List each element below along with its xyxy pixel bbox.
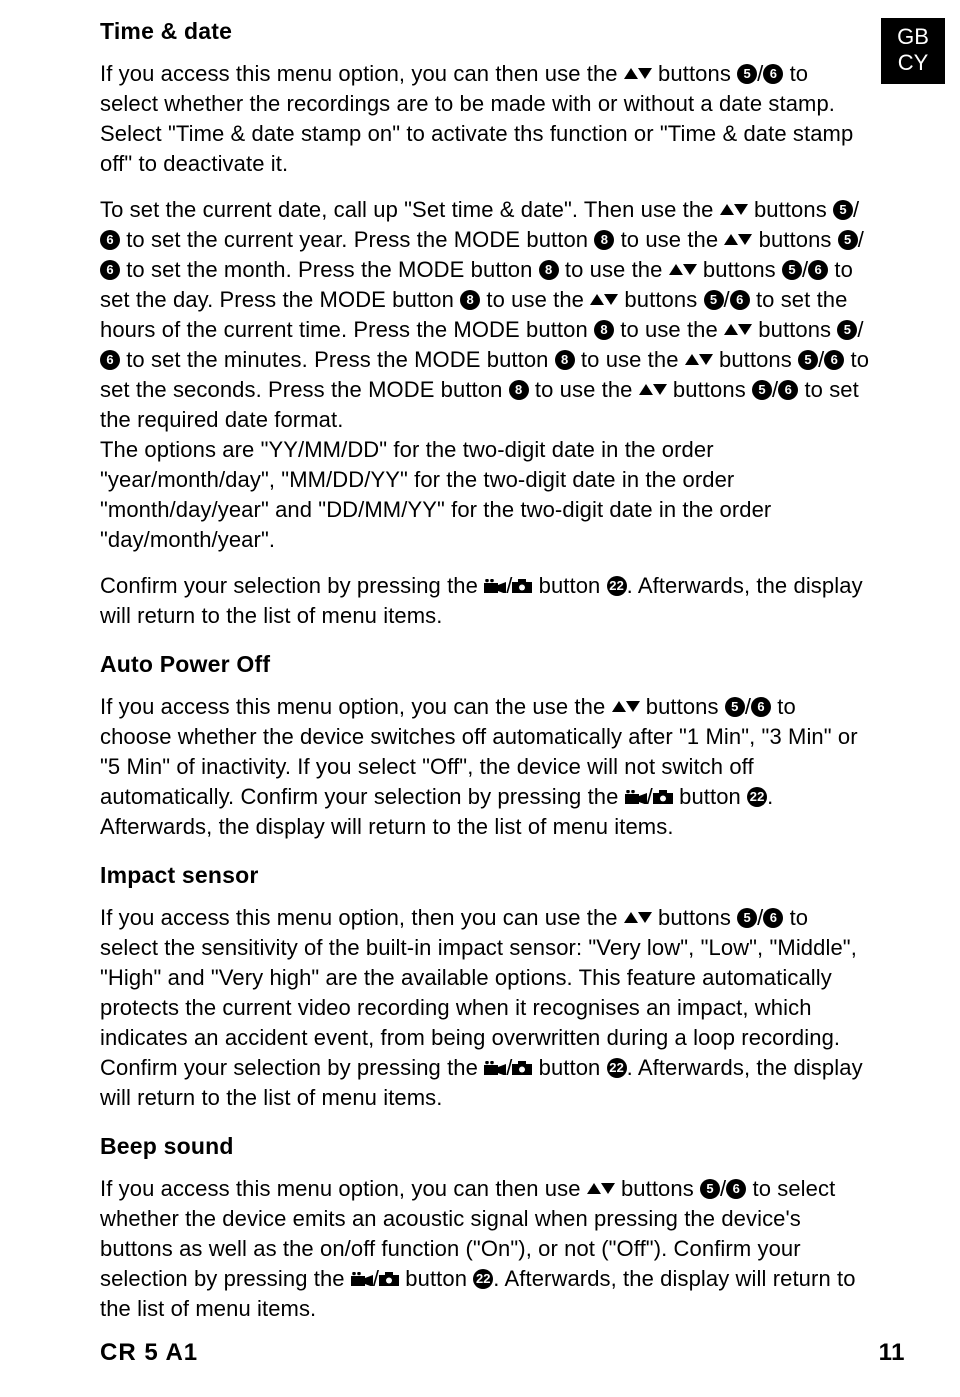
- ref-6-icon: 6: [726, 1179, 746, 1199]
- auto-power-off-p1: If you access this menu option, you can …: [100, 692, 870, 842]
- ref-5-icon: 5: [833, 200, 853, 220]
- ref-6-icon: 6: [100, 260, 120, 280]
- down-triangle-icon: [653, 384, 667, 395]
- impact-sensor-p1: If you access this menu option, then you…: [100, 903, 870, 1113]
- ref-6-icon: 6: [751, 697, 771, 717]
- photo-camera-icon: [512, 579, 532, 593]
- ref-6-icon: 6: [778, 380, 798, 400]
- ref-8-icon: 8: [460, 290, 480, 310]
- page: GB CY Time & date If you access this men…: [0, 0, 960, 1397]
- up-triangle-icon: [724, 324, 738, 335]
- down-triangle-icon: [738, 324, 752, 335]
- down-triangle-icon: [734, 204, 748, 215]
- video-camera-icon: [484, 1061, 506, 1075]
- footer-model: CR 5 A1: [100, 1339, 198, 1367]
- down-triangle-icon: [601, 1183, 615, 1194]
- section-impact-sensor: Impact sensor If you access this menu op…: [100, 862, 870, 1113]
- ref-6-icon: 6: [100, 350, 120, 370]
- time-date-p3: Confirm your selection by pressing the /…: [100, 571, 870, 631]
- ref-5-icon: 5: [737, 64, 757, 84]
- heading-beep-sound: Beep sound: [100, 1133, 870, 1160]
- up-triangle-icon: [587, 1183, 601, 1194]
- beep-sound-p1: If you access this menu option, you can …: [100, 1174, 870, 1324]
- ref-8-icon: 8: [539, 260, 559, 280]
- up-triangle-icon: [612, 701, 626, 712]
- down-triangle-icon: [638, 912, 652, 923]
- lang-line-1: GB: [881, 24, 945, 50]
- ref-8-icon: 8: [594, 230, 614, 250]
- section-auto-power-off: Auto Power Off If you access this menu o…: [100, 651, 870, 842]
- ref-22-icon: 22: [473, 1269, 493, 1289]
- heading-auto-power-off: Auto Power Off: [100, 651, 870, 678]
- ref-22-icon: 22: [607, 1058, 627, 1078]
- up-triangle-icon: [669, 264, 683, 275]
- ref-8-icon: 8: [509, 380, 529, 400]
- ref-6-icon: 6: [763, 908, 783, 928]
- down-triangle-icon: [699, 354, 713, 365]
- ref-5-icon: 5: [837, 320, 857, 340]
- language-tab: GB CY: [881, 18, 945, 84]
- footer-page-number: 11: [879, 1339, 905, 1367]
- time-date-p1: If you access this menu option, you can …: [100, 59, 870, 179]
- video-camera-icon: [625, 790, 647, 804]
- up-triangle-icon: [624, 68, 638, 79]
- ref-6-icon: 6: [763, 64, 783, 84]
- ref-5-icon: 5: [700, 1179, 720, 1199]
- ref-8-icon: 8: [594, 320, 614, 340]
- ref-5-icon: 5: [752, 380, 772, 400]
- ref-5-icon: 5: [798, 350, 818, 370]
- photo-camera-icon: [653, 790, 673, 804]
- section-beep-sound: Beep sound If you access this menu optio…: [100, 1133, 870, 1324]
- up-triangle-icon: [639, 384, 653, 395]
- photo-camera-icon: [379, 1272, 399, 1286]
- ref-6-icon: 6: [808, 260, 828, 280]
- video-camera-icon: [351, 1272, 373, 1286]
- down-triangle-icon: [604, 294, 618, 305]
- ref-5-icon: 5: [704, 290, 724, 310]
- ref-6-icon: 6: [730, 290, 750, 310]
- up-triangle-icon: [724, 234, 738, 245]
- ref-22-icon: 22: [747, 787, 767, 807]
- down-triangle-icon: [683, 264, 697, 275]
- ref-6-icon: 6: [824, 350, 844, 370]
- ref-5-icon: 5: [725, 697, 745, 717]
- ref-8-icon: 8: [555, 350, 575, 370]
- down-triangle-icon: [638, 68, 652, 79]
- ref-6-icon: 6: [100, 230, 120, 250]
- section-time-date: Time & date If you access this menu opti…: [100, 18, 870, 631]
- up-triangle-icon: [590, 294, 604, 305]
- up-triangle-icon: [624, 912, 638, 923]
- time-date-p2: To set the current date, call up "Set ti…: [100, 195, 870, 555]
- page-footer: CR 5 A1 11: [100, 1339, 905, 1367]
- up-triangle-icon: [720, 204, 734, 215]
- ref-5-icon: 5: [737, 908, 757, 928]
- down-triangle-icon: [626, 701, 640, 712]
- ref-22-icon: 22: [607, 576, 627, 596]
- down-triangle-icon: [738, 234, 752, 245]
- lang-line-2: CY: [881, 50, 945, 76]
- heading-impact-sensor: Impact sensor: [100, 862, 870, 889]
- heading-time-date: Time & date: [100, 18, 870, 45]
- ref-5-icon: 5: [782, 260, 802, 280]
- up-triangle-icon: [685, 354, 699, 365]
- video-camera-icon: [484, 579, 506, 593]
- ref-5-icon: 5: [838, 230, 858, 250]
- photo-camera-icon: [512, 1061, 532, 1075]
